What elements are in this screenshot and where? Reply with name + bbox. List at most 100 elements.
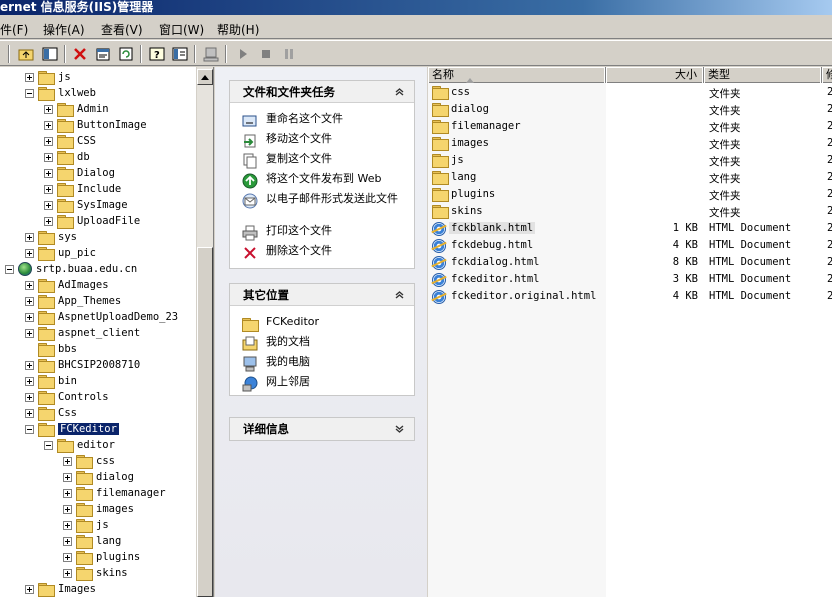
column-header-modified[interactable]: 修 <box>822 67 832 83</box>
list-item[interactable]: images 文件夹 2 <box>428 135 832 152</box>
expand-plus-icon[interactable] <box>63 488 72 498</box>
tree-item[interactable]: CSS <box>44 133 96 149</box>
expand-plus-icon[interactable] <box>44 104 53 114</box>
task-delete[interactable]: 删除这个文件 <box>242 245 406 261</box>
expand-plus-icon[interactable] <box>63 456 72 466</box>
expand-plus-icon[interactable] <box>25 72 34 82</box>
expand-plus-icon[interactable] <box>44 200 53 210</box>
expand-chevron-icon[interactable] <box>393 423 406 436</box>
expand-plus-icon[interactable] <box>44 136 53 146</box>
task-copy[interactable]: 复制这个文件 <box>242 153 406 169</box>
up-folder-icon[interactable] <box>16 44 36 64</box>
menu-view[interactable]: 查看(V) <box>101 21 143 38</box>
tree-item[interactable]: Images <box>25 581 96 597</box>
scroll-up-arrow-icon[interactable] <box>197 69 213 85</box>
tree-item[interactable]: plugins <box>63 549 140 565</box>
expand-plus-icon[interactable] <box>63 552 72 562</box>
menu-window[interactable]: 窗口(W) <box>159 21 204 38</box>
column-header-name[interactable]: 名称 <box>428 67 606 83</box>
menu-help[interactable]: 帮助(H) <box>217 21 259 38</box>
tree-item[interactable]: SysImage <box>44 197 128 213</box>
expand-plus-icon[interactable] <box>25 280 34 290</box>
tree-item[interactable]: Include <box>44 181 121 197</box>
tree-item[interactable]: css <box>63 453 115 469</box>
expand-plus-icon[interactable] <box>63 536 72 546</box>
play-icon[interactable] <box>233 44 253 64</box>
scroll-thumb[interactable] <box>197 247 213 597</box>
list-item[interactable]: plugins 文件夹 2 <box>428 186 832 203</box>
tree-item[interactable]: dialog <box>63 469 134 485</box>
expand-plus-icon[interactable] <box>63 504 72 514</box>
tree-item[interactable]: images <box>63 501 134 517</box>
tree-item[interactable]: up_pic <box>25 245 96 261</box>
column-header-type[interactable]: 类型 <box>704 67 822 83</box>
expand-plus-icon[interactable] <box>25 248 34 258</box>
expand-plus-icon[interactable] <box>63 568 72 578</box>
server-icon[interactable] <box>201 44 221 64</box>
expand-plus-icon[interactable] <box>44 216 53 226</box>
expand-plus-icon[interactable] <box>25 360 34 370</box>
expand-plus-icon[interactable] <box>25 392 34 402</box>
tree-item[interactable]: FCKeditor <box>25 421 120 437</box>
tree-item[interactable]: Css <box>25 405 77 421</box>
properties-icon[interactable] <box>93 44 113 64</box>
expand-plus-icon[interactable] <box>44 168 53 178</box>
tree-item[interactable]: filemanager <box>63 485 166 501</box>
collapse-minus-icon[interactable] <box>25 88 34 98</box>
tree-item[interactable]: js <box>63 517 109 533</box>
expand-plus-icon[interactable] <box>44 152 53 162</box>
task-publish-web[interactable]: 将这个文件发布到 Web <box>242 173 406 189</box>
tree-view[interactable]: js lxlweb Admin ButtonImage CSS db Dialog Inclu… <box>0 67 214 597</box>
list-item[interactable]: skins 文件夹 2 <box>428 203 832 220</box>
expand-plus-icon[interactable] <box>25 408 34 418</box>
list-item[interactable]: filemanager 文件夹 2 <box>428 118 832 135</box>
tree-item[interactable]: bin <box>25 373 77 389</box>
list-item[interactable]: css 文件夹 2 <box>428 84 832 101</box>
show-tree-icon[interactable] <box>40 44 60 64</box>
list-item[interactable]: fckdebug.html 4 KB HTML Document 2 <box>428 237 832 254</box>
tree-item[interactable]: aspnet_client <box>25 325 140 341</box>
file-tasks-header[interactable]: 文件和文件夹任务 <box>230 81 414 103</box>
tree-item[interactable]: App_Themes <box>25 293 121 309</box>
export-list-icon[interactable] <box>170 44 190 64</box>
delete-icon[interactable] <box>70 44 90 64</box>
tree-item[interactable]: skins <box>63 565 128 581</box>
collapse-minus-icon[interactable] <box>25 424 34 434</box>
tree-item[interactable]: Admin <box>44 101 109 117</box>
place-network[interactable]: 网上邻居 <box>242 376 406 392</box>
expand-plus-icon[interactable] <box>44 184 53 194</box>
collapse-chevron-icon[interactable] <box>393 288 406 301</box>
expand-plus-icon[interactable] <box>44 120 53 130</box>
tree-item[interactable]: Dialog <box>44 165 115 181</box>
expand-plus-icon[interactable] <box>25 232 34 242</box>
list-item[interactable]: dialog 文件夹 2 <box>428 101 832 118</box>
place-my-computer[interactable]: 我的电脑 <box>242 356 406 372</box>
other-places-header[interactable]: 其它位置 <box>230 284 414 306</box>
tree-scrollbar[interactable] <box>196 67 213 597</box>
tree-item[interactable]: sys <box>25 229 77 245</box>
task-email[interactable]: 以电子邮件形式发送此文件 <box>242 193 406 209</box>
place-fckeditor[interactable]: FCKeditor <box>242 316 406 332</box>
expand-plus-icon[interactable] <box>25 296 34 306</box>
tree-item[interactable]: UploadFile <box>44 213 140 229</box>
tree-item[interactable]: AdImages <box>25 277 109 293</box>
tree-item[interactable]: editor <box>44 437 115 453</box>
collapse-minus-icon[interactable] <box>5 264 14 274</box>
tree-item[interactable]: AspnetUploadDemo_23 <box>25 309 178 325</box>
list-item[interactable]: fckeditor.html 3 KB HTML Document 2 <box>428 271 832 288</box>
task-print[interactable]: 打印这个文件 <box>242 225 406 241</box>
tree-item[interactable]: bbs <box>25 341 77 357</box>
list-item[interactable]: fckeditor.original.html 4 KB HTML Document… <box>428 288 832 305</box>
tree-item[interactable]: srtp.buaa.edu.cn <box>5 261 137 277</box>
list-item[interactable]: fckdialog.html 8 KB HTML Document 2 <box>428 254 832 271</box>
task-rename[interactable]: 重命名这个文件 <box>242 113 406 129</box>
list-item[interactable]: js 文件夹 2 <box>428 152 832 169</box>
menu-action[interactable]: 操作(A) <box>43 21 85 38</box>
tree-item[interactable]: ButtonImage <box>44 117 147 133</box>
tree-item[interactable]: lang <box>63 533 121 549</box>
expand-plus-icon[interactable] <box>25 312 34 322</box>
details-header[interactable]: 详细信息 <box>230 418 414 440</box>
list-item[interactable]: lang 文件夹 2 <box>428 169 832 186</box>
tree-item[interactable]: Controls <box>25 389 109 405</box>
tree-item[interactable]: db <box>44 149 90 165</box>
